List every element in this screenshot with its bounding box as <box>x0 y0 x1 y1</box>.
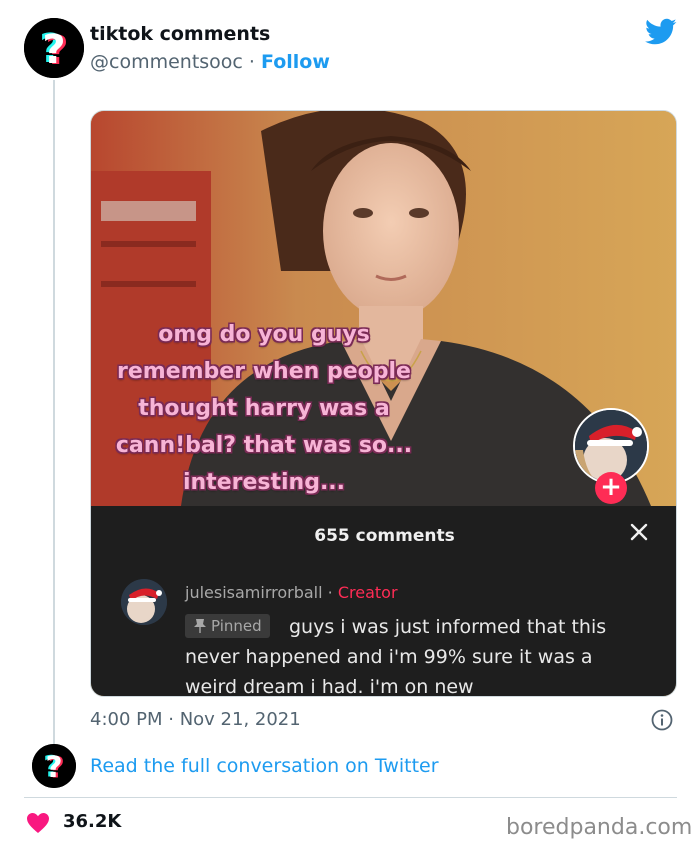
tiktok-screenshot-photo: omg do you guys remember when people tho… <box>91 111 676 506</box>
creator-tag: Creator <box>337 583 398 602</box>
comment-avatar-image <box>121 579 167 625</box>
comment-username[interactable]: julesisamirrorball <box>185 583 323 602</box>
heart-icon[interactable] <box>26 812 50 834</box>
author-name[interactable]: tiktok comments <box>90 23 270 45</box>
question-mark-icon: ? ? ? <box>24 18 84 78</box>
follow-button[interactable]: Follow <box>261 51 330 73</box>
info-icon[interactable] <box>651 709 673 731</box>
tweet-media[interactable]: omg do you guys remember when people tho… <box>90 110 677 697</box>
read-conversation-link[interactable]: Read the full conversation on Twitter <box>90 755 439 777</box>
comment-username-line: julesisamirrorball · Creator <box>185 583 398 602</box>
tiktok-caption: omg do you guys remember when people tho… <box>99 316 429 501</box>
author-handle-line: @commentsooc · Follow <box>90 51 330 73</box>
caption-line: remember when people <box>117 359 411 384</box>
author-handle[interactable]: @commentsooc <box>90 51 243 73</box>
twitter-bird-icon[interactable] <box>645 18 677 46</box>
divider <box>24 797 677 798</box>
caption-line: cann!bal? that was so... <box>115 433 413 458</box>
conversation-avatar[interactable]: ? ? ? <box>32 744 76 788</box>
caption-line: thought harry was a <box>138 396 390 421</box>
caption-line: interesting... <box>182 470 346 495</box>
tweet-timestamp[interactable]: 4:00 PM · Nov 21, 2021 <box>90 709 301 730</box>
caption-line: omg do you guys <box>158 322 370 347</box>
follow-creator-plus-button[interactable]: + <box>595 472 627 504</box>
comment-text: guys i was just informed that this never… <box>185 616 607 697</box>
author-avatar[interactable]: ? ? ? <box>24 18 84 78</box>
creator-separator: · <box>322 583 338 602</box>
comments-panel: 655 comments julesisamirrorball · Creato… <box>91 506 676 697</box>
like-count[interactable]: 36.2K <box>63 811 121 832</box>
close-icon[interactable] <box>627 520 651 544</box>
svg-text:?: ? <box>45 750 62 784</box>
watermark: boredpanda.com <box>506 815 693 840</box>
svg-text:?: ? <box>42 27 65 73</box>
comments-count: 655 comments <box>314 526 455 546</box>
comment-avatar[interactable] <box>121 579 167 625</box>
thread-line <box>53 80 55 745</box>
handle-separator: · <box>242 51 261 73</box>
question-mark-icon: ? ? ? <box>32 744 76 788</box>
